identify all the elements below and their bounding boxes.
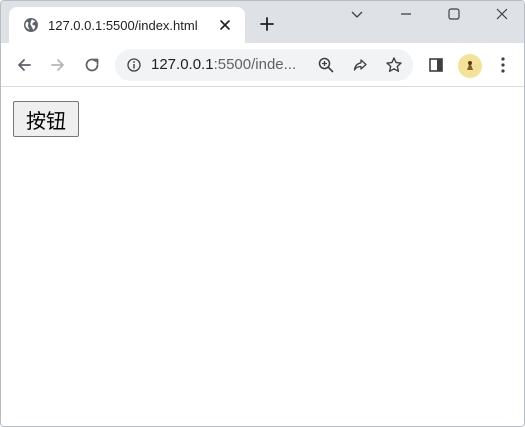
globe-icon [23, 17, 39, 33]
title-bar: 127.0.0.1:5500/index.html [1, 1, 524, 43]
tab-close-icon[interactable] [215, 15, 235, 35]
reload-icon[interactable] [80, 53, 104, 77]
tab-title: 127.0.0.1:5500/index.html [48, 17, 198, 33]
browser-toolbar: 127.0.0.1:5500/inde... [1, 43, 524, 87]
url-path: :5500/inde... [213, 56, 297, 73]
chevron-down-icon[interactable] [346, 5, 368, 23]
url-host: 127.0.0.1 [151, 56, 214, 73]
info-icon[interactable] [126, 57, 142, 73]
page-content: 按钮 [1, 88, 524, 426]
profile-avatar[interactable] [458, 54, 482, 78]
new-tab-plus-icon[interactable] [256, 13, 278, 35]
page-button[interactable]: 按钮 [13, 101, 79, 137]
address-bar[interactable]: 127.0.0.1:5500/inde... [115, 49, 413, 81]
side-panel-icon[interactable] [424, 53, 448, 77]
window-close-icon[interactable] [491, 5, 513, 23]
maximize-icon[interactable] [443, 5, 465, 23]
star-icon[interactable] [383, 54, 405, 76]
browser-window: 127.0.0.1:5500/index.html 127.0.0.1:5500… [0, 0, 525, 427]
kebab-menu-icon[interactable] [491, 53, 515, 77]
url-text[interactable]: 127.0.0.1:5500/inde... [151, 56, 296, 74]
minimize-icon[interactable] [395, 5, 417, 23]
zoom-icon[interactable] [315, 54, 337, 76]
share-icon[interactable] [349, 54, 371, 76]
back-arrow-icon[interactable] [12, 53, 36, 77]
browser-tab[interactable]: 127.0.0.1:5500/index.html [9, 7, 245, 43]
forward-arrow-icon[interactable] [46, 53, 70, 77]
